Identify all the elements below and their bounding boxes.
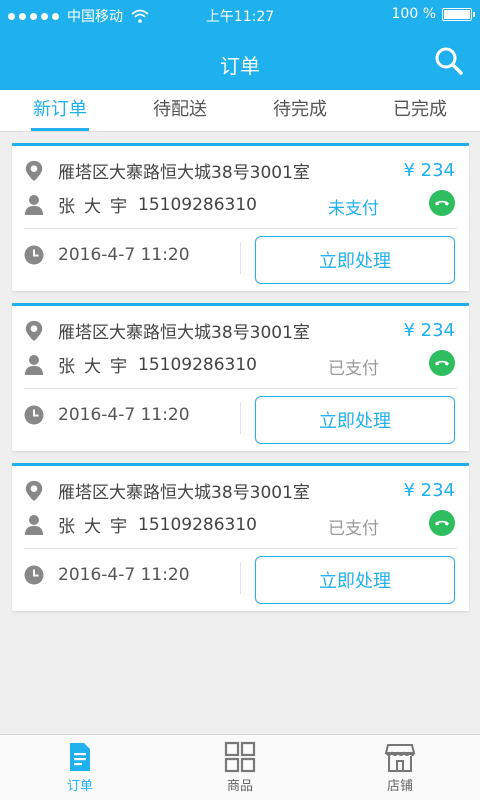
person-icon [25,194,43,215]
time-row: 2016-4-7 11:20 [24,404,190,426]
customer-row: 张大宇 15109286310 [24,352,457,377]
order-datetime: 2016-4-7 11:20 [58,565,190,585]
status-right: 100 % [391,6,475,22]
order-tabs: 新订单 待配送 待完成 已完成 [0,90,480,132]
customer-name: 张大宇 [58,517,136,537]
customer-phone: 15109286310 [138,194,257,215]
location-pin-icon [25,320,43,341]
clock-icon [24,405,44,425]
order-price: ¥ 234 [403,160,455,181]
customer-name: 张大宇 [58,197,136,217]
order-price: ¥ 234 [403,320,455,341]
nav-item-store[interactable]: 店铺 [320,735,480,800]
customer-row: 张大宇 15109286310 [24,512,457,537]
location-pin-icon [25,480,43,501]
order-price: ¥ 234 [403,480,455,501]
store-icon [384,744,416,772]
time-row: 2016-4-7 11:20 [24,564,190,586]
vertical-divider [240,242,241,274]
card-divider [24,548,457,549]
phone-call-icon[interactable] [429,510,455,536]
battery-label: 100 % [391,6,436,22]
order-address: 雁塔区大寨路恒大城38号3001室 [58,483,310,503]
order-datetime: 2016-4-7 11:20 [58,245,190,265]
tab-pending-delivery[interactable]: 待配送 [120,90,240,131]
page-title: 订单 [220,54,260,78]
document-icon [70,743,90,771]
address-row: 雁塔区大寨路恒大城38号3001室 [24,478,457,503]
nav-label-orders: 订单 [66,779,93,794]
location-pin-icon [25,160,43,181]
customer-phone: 15109286310 [138,354,257,375]
status-bar: 中国移动 上午11:27 100 % [0,0,480,32]
customer-phone: 15109286310 [138,514,257,535]
tab-new-orders[interactable]: 新订单 [0,90,120,131]
order-card: 雁塔区大寨路恒大城38号3001室 ¥ 234 张大宇 15109286310 … [12,143,469,291]
search-icon[interactable] [434,46,464,76]
payment-status: 已支付 [328,359,379,379]
payment-status: 未支付 [328,199,379,219]
nav-label-store: 店铺 [386,779,413,794]
vertical-divider [240,402,241,434]
phone-call-icon[interactable] [429,190,455,216]
nav-item-orders[interactable]: 订单 [0,735,160,800]
card-divider [24,228,457,229]
process-now-button[interactable]: 立即处理 [255,556,455,604]
order-address: 雁塔区大寨路恒大城38号3001室 [58,323,310,343]
customer-name: 张大宇 [58,357,136,377]
phone-call-icon[interactable] [429,350,455,376]
card-divider [24,388,457,389]
payment-status: 已支付 [328,519,379,539]
tab-completed[interactable]: 已完成 [360,90,480,131]
customer-row: 张大宇 15109286310 [24,192,457,217]
tab-pending-completion[interactable]: 待完成 [240,90,360,131]
order-card: 雁塔区大寨路恒大城38号3001室 ¥ 234 张大宇 15109286310 … [12,463,469,611]
person-icon [25,514,43,535]
order-card: 雁塔区大寨路恒大城38号3001室 ¥ 234 张大宇 15109286310 … [12,303,469,451]
nav-item-products[interactable]: 商品 [160,735,320,800]
bottom-nav: 订单 商品 店铺 [0,734,480,800]
battery-icon [442,7,475,21]
order-datetime: 2016-4-7 11:20 [58,405,190,425]
grid-icon [224,741,256,773]
vertical-divider [240,562,241,594]
app-header: 中国移动 上午11:27 100 % 订单 [0,0,480,90]
clock-icon [24,565,44,585]
clock-icon [24,245,44,265]
order-address: 雁塔区大寨路恒大城38号3001室 [58,163,310,183]
process-now-button[interactable]: 立即处理 [255,396,455,444]
person-icon [25,354,43,375]
time-row: 2016-4-7 11:20 [24,244,190,266]
process-now-button[interactable]: 立即处理 [255,236,455,284]
address-row: 雁塔区大寨路恒大城38号3001室 [24,318,457,343]
nav-label-products: 商品 [226,779,253,794]
address-row: 雁塔区大寨路恒大城38号3001室 [24,158,457,183]
